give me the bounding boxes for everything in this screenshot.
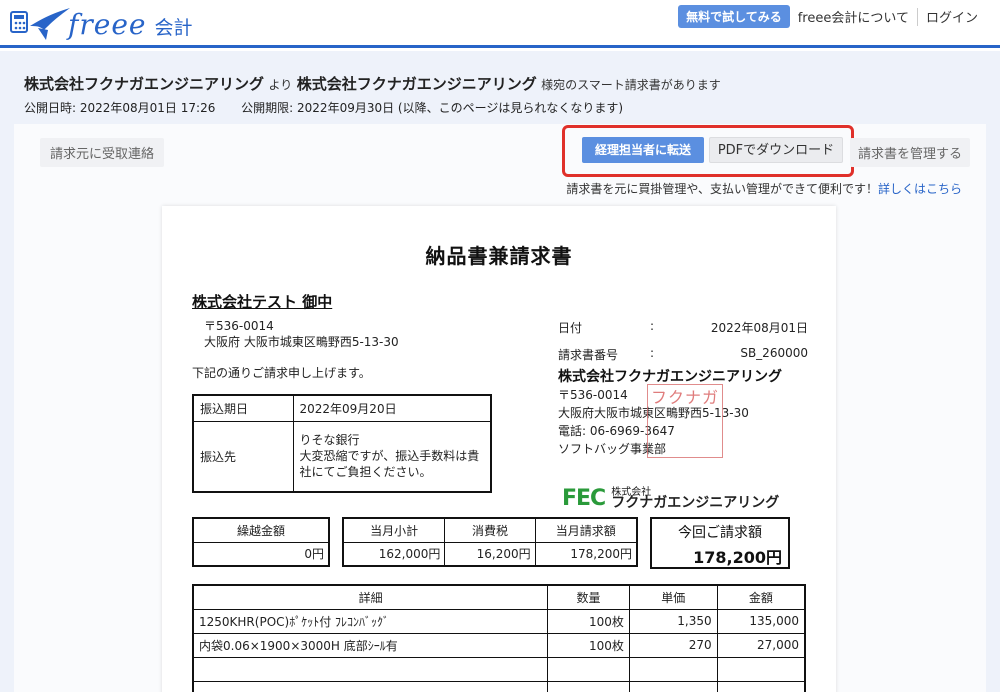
carryover-value: 0円 [192,541,330,567]
item-amount: 135,000 [716,608,806,634]
summary-header: 消費税 [444,517,536,543]
client-name: 株式会社テスト 御中 [192,293,333,311]
notice-message: 様宛のスマート請求書があります [541,78,721,92]
info-message: 請求書を元に買掛管理や、支払い管理ができて便利です！ [566,182,878,196]
column-header: 単価 [628,584,718,610]
item-qty [547,656,630,682]
item-price: 270 [628,632,718,658]
client-address: 〒536-0014 大阪府 大阪市城東区鴫野西5-13-30 [204,318,399,350]
table-row: 1250KHR(POC)ﾎﾟｹｯﾄ付 ﾌﾚｺﾝﾊﾞｯｸﾞ 100枚 1,350 … [192,608,806,634]
number-value: SB_260000 [740,346,808,360]
carryover-table: 繰越金額 0円 [192,517,330,567]
contact-sender-button[interactable]: 請求元に受取連絡 [40,138,165,167]
bank-name: りそな銀行 [299,433,360,448]
summary-header: 当月小計 [342,517,446,543]
login-link[interactable]: ログイン [918,7,986,26]
summary-header: 当月請求額 [534,517,638,543]
fee-note: 大変恐縮ですが、振込手数料は貴社にてご負担ください。 [299,449,480,480]
item-amount: 27,000 [716,632,806,658]
item-amount [716,680,806,692]
table-row: 振込期日 2022年09月20日 [192,394,492,422]
client-address-line: 大阪府 大阪市城東区鴫野西5-13-30 [204,335,399,349]
forward-accounting-button[interactable]: 経理担当者に転送 [582,137,704,163]
manage-invoice-button[interactable]: 請求書を管理する [850,138,971,167]
logo-name: フクナガエンジニアリング [611,495,780,511]
detail-table: 詳細 数量 単価 金額 1250KHR(POC)ﾎﾟｹｯﾄ付 ﾌﾚｺﾝﾊﾞｯｸﾞ… [192,584,806,692]
item-qty [547,680,630,692]
company-logo: FEC 株式会社 フクナガエンジニアリング [562,486,779,511]
brand-name: freee [68,7,147,41]
logo-text: 株式会社 フクナガエンジニアリング [611,487,779,510]
brand-sub: 会計 [154,16,193,39]
table-row: 162,000円 16,200円 178,200円 [342,541,638,567]
expire-date: 公開期限: 2022年09月30日 (以降、このページは見られなくなります) [241,101,624,115]
summary-value: 178,200円 [534,541,638,567]
invoice-document: 納品書兼請求書 株式会社テスト 御中 〒536-0014 大阪府 大阪市城東区鴫… [162,206,836,692]
item-name [192,680,549,692]
summary-table: 当月小計 消費税 当月請求額 162,000円 16,200円 178,200円 [342,517,638,567]
date-value: 2022年08月01日 [710,321,808,335]
from-word: より [268,78,293,92]
number-colon: : [650,346,655,360]
learn-more-link[interactable]: 詳しくはこちら [878,182,962,196]
table-row: 内袋0.06×1900×3000H 底部ｼｰﾙ有 100枚 270 27,000 [192,632,806,658]
header-nav: 無料で試してみる freee会計について ログイン [678,5,986,28]
table-row: 0円 [192,541,330,567]
calculator-bird-icon [10,6,72,42]
invoice-notice-area: 株式会社フクナガエンジニアリング より 株式会社フクナガエンジニアリング 様宛の… [0,51,1000,692]
date-label: 日付 [558,321,583,335]
due-label: 振込期日 [192,394,294,422]
publish-dates: 公開日時: 2022年08月01日 17:26 公開期限: 2022年09月30… [24,99,645,116]
info-text: 請求書を元に買掛管理や、支払い管理ができて便利です！詳しくはこちら [566,180,962,197]
item-name: 内袋0.06×1900×3000H 底部ｼｰﾙ有 [192,632,549,658]
column-header: 数量 [547,584,630,610]
carryover-label: 繰越金額 [192,517,330,543]
table-row: 繰越金額 [192,517,330,543]
item-name: 1250KHR(POC)ﾎﾟｹｯﾄ付 ﾌﾚｺﾝﾊﾞｯｸﾞ [192,608,549,634]
top-header: freee 会計 無料で試してみる freee会計について ログイン [0,0,1000,48]
company-seal: フクナガ [647,384,723,458]
item-qty: 100枚 [547,632,630,658]
download-pdf-button[interactable]: PDFでダウンロード [709,137,843,163]
sender-line: 株式会社フクナガエンジニアリング より 株式会社フクナガエンジニアリング 様宛の… [24,73,721,94]
item-amount [716,656,806,682]
account-label: 振込先 [192,421,294,492]
invoice-title: 納品書兼請求書 [425,244,573,268]
account-value: りそな銀行 大変恐縮ですが、振込手数料は貴社にてご負担ください。 [292,421,492,492]
item-price [628,680,718,692]
table-row [192,680,806,692]
item-price [628,656,718,682]
freee-logo[interactable]: freee 会計 [10,6,192,42]
from-company: 株式会社フクナガエンジニアリング [24,75,265,93]
invoice-panel: 請求元に受取連絡 経理担当者に転送 PDFでダウンロード 請求書を管理する 請求… [14,124,986,692]
summary-value: 162,000円 [342,541,446,567]
table-header-row: 詳細 数量 単価 金額 [192,584,806,610]
table-row [192,656,806,682]
total-label: 今回ご請求額 [678,525,762,541]
date-colon: : [650,319,655,333]
column-header: 詳細 [192,584,549,610]
total-box: 今回ご請求額 178,200円 [650,517,790,569]
item-name [192,656,549,682]
column-header: 金額 [716,584,806,610]
summary-value: 16,200円 [444,541,536,567]
item-price: 1,350 [628,608,718,634]
table-row: 振込先 りそな銀行 大変恐縮ですが、振込手数料は貴社にてご負担ください。 [192,421,492,492]
client-postal: 〒536-0014 [204,319,274,333]
item-qty: 100枚 [547,608,630,634]
to-company: 株式会社フクナガエンジニアリング [296,75,537,93]
payment-table: 振込期日 2022年09月20日 振込先 りそな銀行 大変恐縮ですが、振込手数料… [192,394,492,493]
table-row: 当月小計 消費税 当月請求額 [342,517,638,543]
fec-logo-mark: FEC [562,486,606,511]
due-value: 2022年09月20日 [292,394,492,422]
published-date: 公開日時: 2022年08月01日 17:26 [24,101,216,115]
billing-note: 下記の通りご請求申し上げます。 [192,366,371,380]
number-label: 請求書番号 [558,348,619,362]
free-trial-button[interactable]: 無料で試してみる [678,5,790,28]
about-link[interactable]: freee会計について [790,7,917,26]
total-value: 178,200円 [693,548,782,567]
